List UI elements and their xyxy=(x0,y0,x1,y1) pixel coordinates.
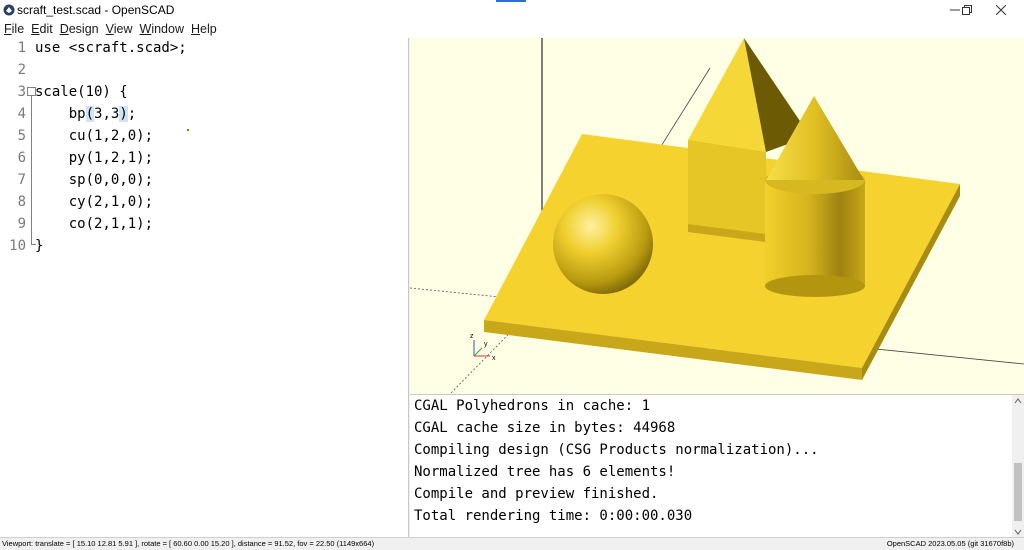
code-text[interactable]: cy(2,1,0); xyxy=(35,194,153,210)
status-bar: Viewport: translate = [ 15.10 12.81 5.91… xyxy=(0,537,1024,550)
scroll-up-icon[interactable] xyxy=(1014,397,1022,405)
editor-line[interactable]: 7 sp(0,0,0); xyxy=(0,170,409,192)
editor-line[interactable]: 5 cu(1,2,0); xyxy=(0,126,409,148)
console-scrollbar[interactable] xyxy=(1012,395,1024,538)
console-line: CGAL Polyhedrons in cache: 1 xyxy=(414,398,651,414)
console-line: Compile and preview finished. xyxy=(414,486,659,502)
cylinder-bottom xyxy=(765,275,865,297)
close-button[interactable] xyxy=(978,0,1024,20)
menu-design[interactable]: Design xyxy=(60,22,99,36)
title-accent xyxy=(496,0,526,2)
menu-bar: File Edit Design View Window Help xyxy=(0,20,1024,38)
editor-line[interactable]: 2 xyxy=(0,60,409,82)
title-bar: scraft_test.scad - OpenSCAD xyxy=(0,0,1024,20)
line-number: 4 xyxy=(17,106,26,122)
console-panel[interactable]: CGAL Polyhedrons in cache: 1 CGAL cache … xyxy=(410,394,1024,538)
close-icon xyxy=(996,5,1006,15)
restore-icon xyxy=(962,5,972,15)
editor-line[interactable]: 8 cy(2,1,0); xyxy=(0,192,409,214)
code-text[interactable]: use <scraft.scad>; xyxy=(35,40,187,56)
axes-gizmo: z y x xyxy=(470,333,496,362)
editor-line[interactable]: 4 bp(3,3); xyxy=(0,104,409,126)
line-number: 2 xyxy=(17,62,26,78)
console-line: Normalized tree has 6 elements! xyxy=(414,464,676,480)
x-axis-line xyxy=(865,347,1024,365)
menu-edit[interactable]: Edit xyxy=(31,22,53,36)
console-line: Total rendering time: 0:00:00.030 xyxy=(414,508,693,524)
viewport-status: Viewport: translate = [ 15.10 12.81 5.91… xyxy=(2,539,375,548)
cylinder-body xyxy=(765,180,865,286)
text-cursor xyxy=(187,129,189,131)
axis-label-x: x xyxy=(492,355,496,362)
line-number: 10 xyxy=(9,238,26,254)
console-line: CGAL cache size in bytes: 44968 xyxy=(414,420,676,436)
fold-guide-end xyxy=(31,244,36,245)
line-number: 1 xyxy=(17,40,26,56)
editor-line[interactable]: 3 scale(10) { xyxy=(0,82,409,104)
model-render: z y x xyxy=(410,38,1024,394)
menu-help[interactable]: Help xyxy=(191,22,217,36)
scroll-down-icon[interactable] xyxy=(1014,528,1022,536)
scroll-thumb[interactable] xyxy=(1014,463,1022,521)
menu-file[interactable]: File xyxy=(4,22,24,36)
line-number: 6 xyxy=(17,150,26,166)
axis-label-z: z xyxy=(470,333,474,340)
line-number: 7 xyxy=(17,172,26,188)
code-text[interactable]: } xyxy=(35,238,43,254)
version-status: OpenSCAD 2023.05.05 (git 31670f8b) xyxy=(886,539,1014,548)
brace-match-open: ( xyxy=(85,106,95,122)
code-text[interactable]: co(2,1,1); xyxy=(35,216,153,232)
menu-view[interactable]: View xyxy=(106,22,133,36)
menu-window[interactable]: Window xyxy=(140,22,184,36)
code-text[interactable]: sp(0,0,0); xyxy=(35,172,153,188)
window-title: scraft_test.scad - OpenSCAD xyxy=(17,3,175,17)
editor-line[interactable]: 1 use <scraft.scad>; xyxy=(0,38,409,60)
sphere xyxy=(553,194,653,294)
line-number: 3 xyxy=(17,84,26,100)
editor-line[interactable]: 9 co(2,1,1); xyxy=(0,214,409,236)
axis-label-y: y xyxy=(484,341,488,348)
line-number: 9 xyxy=(17,216,26,232)
editor-line[interactable]: 6 py(1,2,1); xyxy=(0,148,409,170)
3d-viewport[interactable]: z y x xyxy=(410,38,1024,394)
brace-match-close: ) xyxy=(119,106,128,122)
code-editor[interactable]: 1 use <scraft.scad>; 2 3 scale(10) { 4 b… xyxy=(0,38,409,537)
line-number: 8 xyxy=(17,194,26,210)
editor-line[interactable]: 10 } xyxy=(0,236,409,258)
fold-guide-line xyxy=(31,96,32,245)
code-text[interactable]: scale(10) { xyxy=(35,84,128,100)
code-text[interactable]: cu(1,2,0); xyxy=(35,128,153,144)
console-line: Compiling design (CSG Products normaliza… xyxy=(414,442,819,458)
code-text[interactable]: bp(3,3); xyxy=(35,106,136,122)
openscad-icon xyxy=(3,4,15,16)
line-number: 5 xyxy=(17,128,26,144)
code-text[interactable]: py(1,2,1); xyxy=(35,150,153,166)
